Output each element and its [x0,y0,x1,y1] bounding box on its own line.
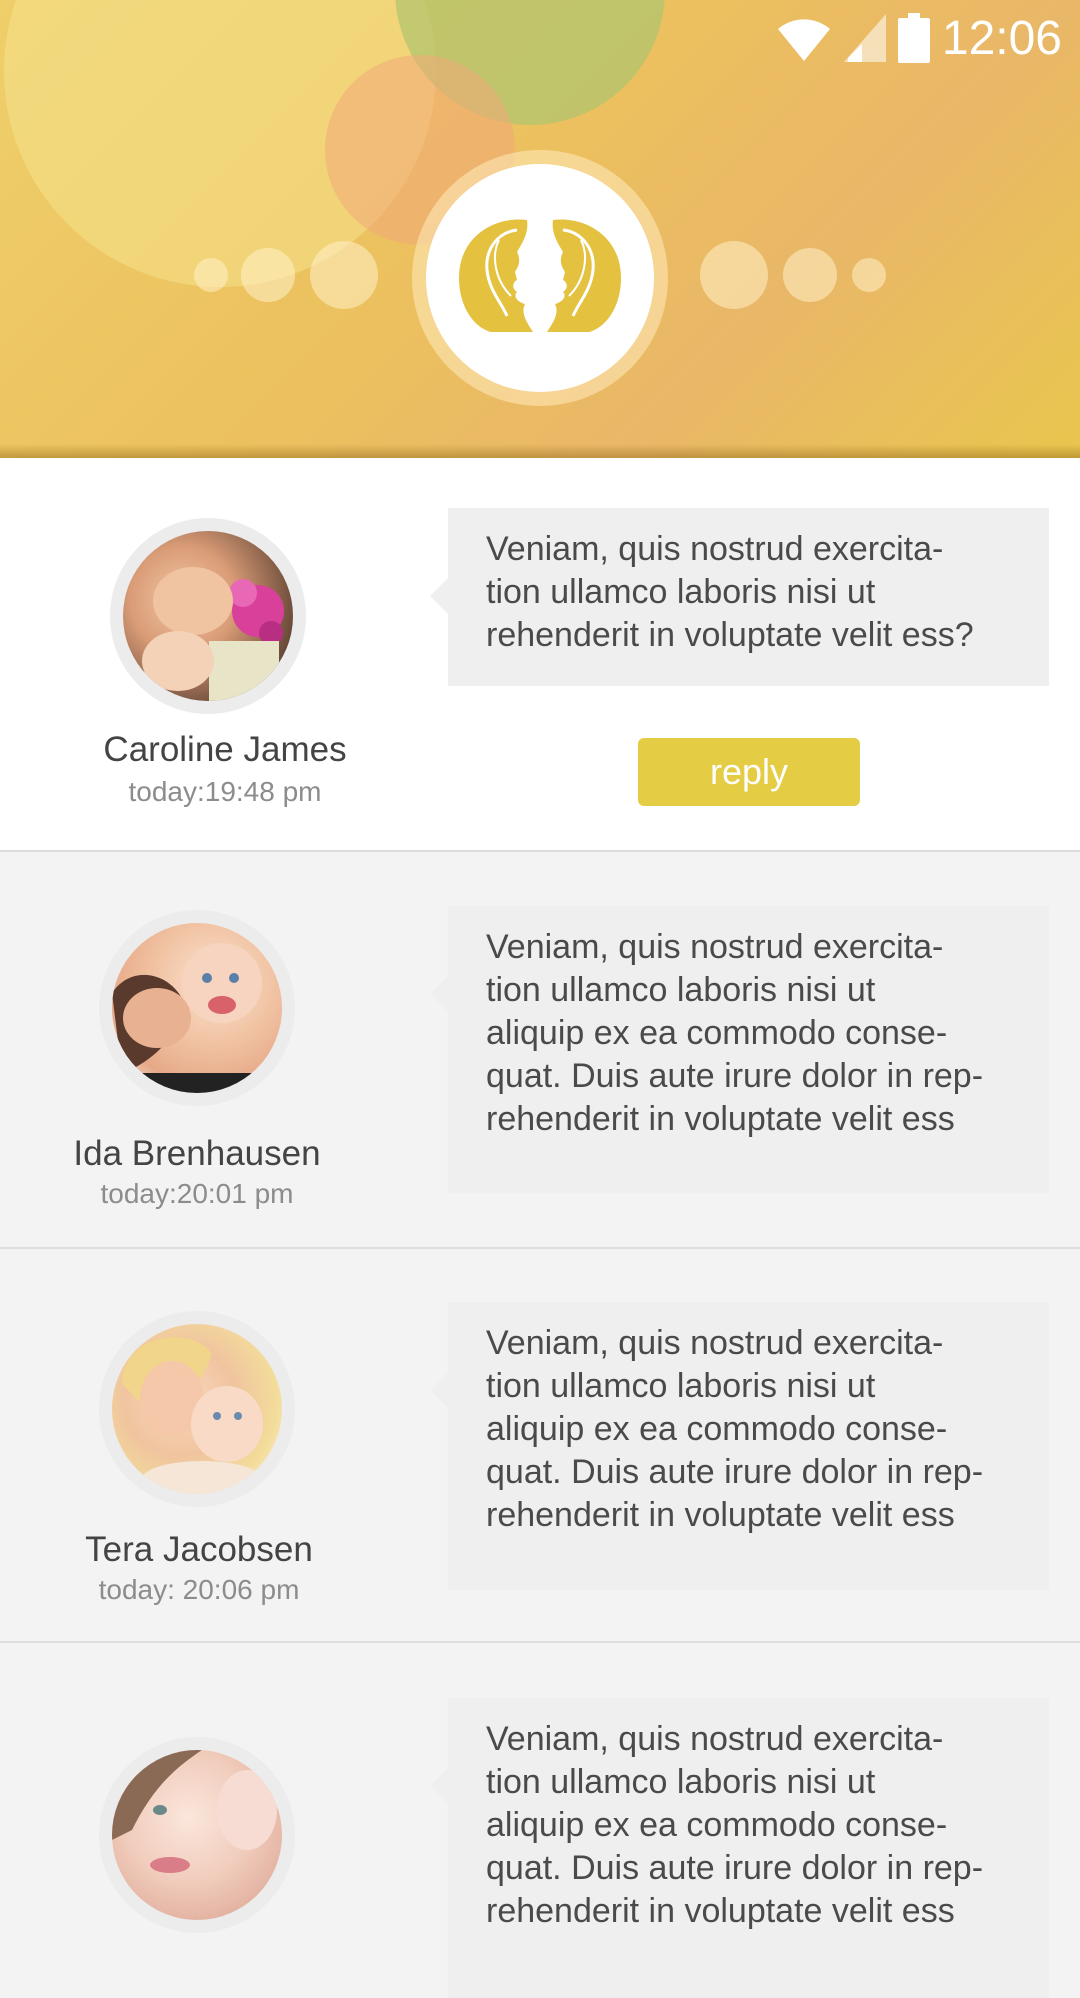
battery-icon [897,13,930,63]
zodiac-emblem [426,164,654,392]
sender-name: Ida Brenhausen [73,1134,321,1173]
profile-header: 12:06 [0,0,1080,458]
signal-icon [843,14,886,62]
message-item[interactable]: Veniam, quis nostrud exercita- tion ulla… [0,1643,1080,1998]
wifi-icon [776,15,832,61]
gemini-zodiac-icon [455,216,625,341]
decor-dot [310,241,378,309]
status-time: 12:06 [941,11,1062,65]
decor-dot [783,248,837,302]
message-bubble: Veniam, quis nostrud exercita- tion ulla… [430,508,1049,686]
message-item[interactable]: Tera Jacobsen today: 20:06 pm Veniam, qu… [0,1249,1080,1643]
decor-dot [194,258,228,292]
status-bar: 12:06 [776,8,1062,68]
message-item[interactable]: Caroline James today:19:48 pm Veniam, qu… [0,458,1080,852]
decor-dot [852,258,886,292]
message-bubble: Veniam, quis nostrud exercita- tion ulla… [430,1302,1049,1590]
avatar[interactable] [99,1737,295,1933]
message-bubble: Veniam, quis nostrud exercita- tion ulla… [430,1698,1049,1998]
message-time: today:20:01 pm [100,1178,294,1209]
avatar[interactable] [110,518,306,714]
sender-name: Caroline James [103,730,347,769]
message-time: today: 20:06 pm [98,1574,300,1605]
message-bubble: Veniam, quis nostrud exercita- tion ulla… [430,906,1049,1193]
decor-dot [241,248,295,302]
message-item[interactable]: Ida Brenhausen today:20:01 pm Veniam, qu… [0,852,1080,1249]
decor-dot [700,241,768,309]
sender-name: Tera Jacobsen [85,1530,313,1569]
message-time: today:19:48 pm [128,776,322,807]
reply-button[interactable]: reply [638,738,860,806]
avatar[interactable] [99,910,295,1106]
avatar[interactable] [99,1311,295,1507]
